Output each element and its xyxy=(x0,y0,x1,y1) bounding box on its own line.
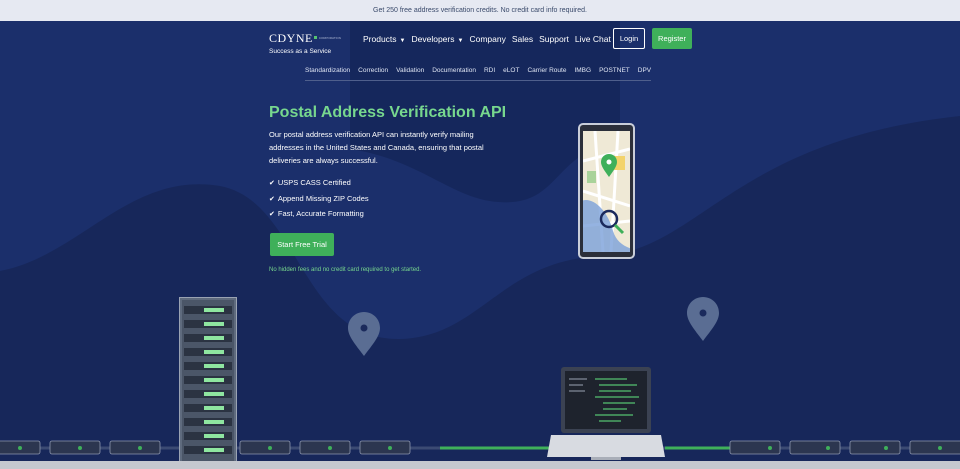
brand-suffix: CORPORATION xyxy=(318,35,341,40)
subnav-item-documentation[interactable]: Documentation xyxy=(432,67,476,74)
nav-item-developers[interactable]: Developers ▼ xyxy=(412,34,464,44)
feature-item: USPS CASS Certified xyxy=(269,176,369,192)
subnav-item-standardization[interactable]: Standardization xyxy=(305,67,350,74)
nav-label: Products xyxy=(363,34,397,44)
nav-item-support[interactable]: Support xyxy=(539,34,569,44)
promo-text: Get 250 free address verification credit… xyxy=(373,7,587,14)
map-pin-icon xyxy=(348,312,380,356)
subnav-item-correction[interactable]: Correction xyxy=(358,67,388,74)
nav-item-live-chat[interactable]: Live Chat xyxy=(575,34,611,44)
nav-item-sales[interactable]: Sales xyxy=(512,34,533,44)
subnav-item-imbg[interactable]: IMBG xyxy=(574,67,591,74)
subnav-item-rdi[interactable]: RDI xyxy=(484,67,495,74)
cta-note: No hidden fees and no credit card requir… xyxy=(269,267,422,273)
feature-item: Append Missing ZIP Codes xyxy=(269,192,369,208)
brand-name: CDYNE xyxy=(269,31,313,45)
subnav-item-carrier-route[interactable]: Carrier Route xyxy=(527,67,566,74)
hero-background xyxy=(0,21,960,455)
hero-section: CDYNE CORPORATION Success as a Service Pr… xyxy=(0,21,960,469)
main-nav: Products ▼ Developers ▼ Company Sales Supp… xyxy=(363,34,611,44)
feature-list: USPS CASS Certified Append Missing ZIP C… xyxy=(269,176,369,223)
laptop-illustration xyxy=(547,367,665,463)
sub-nav: Standardization Correction Validation Do… xyxy=(305,67,652,81)
promo-bar: Get 250 free address verification credit… xyxy=(0,0,960,21)
phone-map-illustration xyxy=(578,123,635,259)
server-rack-illustration xyxy=(179,297,237,465)
brand-logo[interactable]: CDYNE CORPORATION Success as a Service xyxy=(269,29,341,55)
page-title: Postal Address Verification API xyxy=(269,104,507,121)
subnav-item-validation[interactable]: Validation xyxy=(396,67,424,74)
hero-description: Our postal address verification API can … xyxy=(269,130,484,165)
brand-tagline: Success as a Service xyxy=(269,48,332,55)
chevron-down-icon: ▼ xyxy=(399,38,406,44)
nav-item-company[interactable]: Company xyxy=(469,34,505,44)
ground-strip xyxy=(0,461,960,469)
register-button[interactable]: Register xyxy=(652,28,692,49)
feature-item: Fast, Accurate Formatting xyxy=(269,207,369,223)
map-pin-icon xyxy=(687,297,719,341)
subnav-item-elot[interactable]: eLOT xyxy=(503,67,519,74)
nav-label: Developers xyxy=(411,34,455,44)
subnav-item-dpv[interactable]: DPV xyxy=(638,67,651,74)
logo-mark-icon xyxy=(313,36,317,40)
chevron-down-icon: ▼ xyxy=(457,38,464,44)
nav-item-products[interactable]: Products ▼ xyxy=(363,34,406,44)
login-button[interactable]: Login xyxy=(613,28,645,49)
start-free-trial-button[interactable]: Start Free Trial xyxy=(270,233,334,256)
subnav-item-postnet[interactable]: POSTNET xyxy=(599,67,630,74)
